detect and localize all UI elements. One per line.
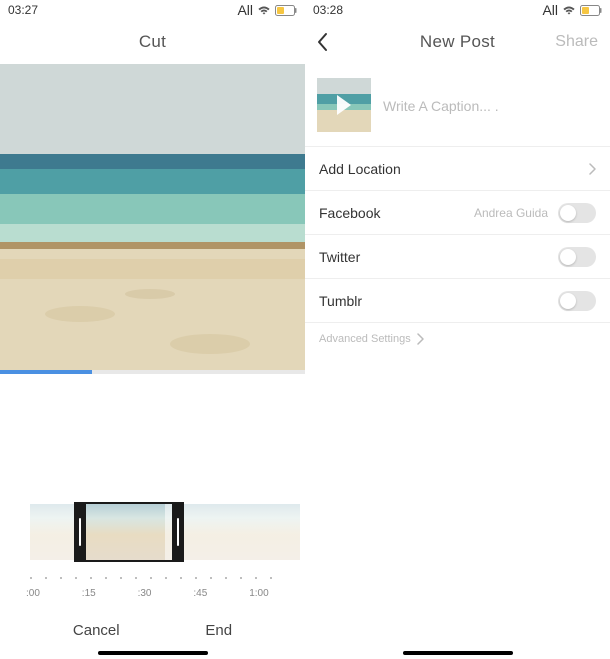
add-location-label: Add Location	[319, 161, 401, 177]
row-label: Twitter	[319, 249, 360, 265]
wifi-icon	[257, 5, 271, 15]
share-button[interactable]: Share	[555, 33, 598, 51]
timeline-frame	[210, 504, 255, 560]
nav-bar: Cut	[0, 20, 305, 64]
trim-handle-end[interactable]	[172, 502, 184, 562]
caption-input[interactable]	[383, 78, 598, 132]
status-right: All	[542, 2, 602, 18]
chevron-left-icon	[317, 32, 329, 52]
timeline-frame	[120, 504, 165, 560]
status-right: All	[237, 2, 297, 18]
status-bar: 03:28 All	[305, 0, 610, 20]
row-subtext: Andrea Guida	[474, 206, 548, 220]
tick-label: 1:00	[249, 588, 305, 599]
add-location-row[interactable]: Add Location	[305, 147, 610, 191]
video-frame-image	[0, 64, 305, 374]
status-network-label: All	[542, 2, 558, 18]
tumblr-toggle[interactable]	[558, 291, 596, 311]
timeline-strip[interactable]	[0, 504, 305, 560]
play-icon	[337, 95, 351, 115]
compose-area	[305, 64, 610, 147]
timeline-frame	[255, 504, 300, 560]
video-thumbnail[interactable]	[317, 78, 371, 132]
trim-border	[74, 560, 184, 562]
share-tumblr-row: Tumblr	[305, 279, 610, 323]
row-label: Tumblr	[319, 293, 362, 309]
end-button[interactable]: End	[205, 622, 232, 639]
tick-label: :30	[138, 588, 194, 599]
advanced-settings-label: Advanced Settings	[319, 333, 411, 345]
home-indicator[interactable]	[98, 651, 208, 655]
timeline-frame	[30, 504, 75, 560]
share-facebook-row: Facebook Andrea Guida	[305, 191, 610, 235]
status-network-label: All	[237, 2, 253, 18]
trim-border	[74, 502, 184, 504]
timeline-labels: :00 :15 :30 :45 1:00	[0, 588, 305, 599]
chevron-right-icon	[417, 333, 424, 345]
share-twitter-row: Twitter	[305, 235, 610, 279]
status-time: 03:28	[313, 3, 343, 17]
row-label: Facebook	[319, 205, 380, 221]
home-indicator[interactable]	[403, 651, 513, 655]
tick-label: :00	[26, 588, 82, 599]
chevron-right-icon	[589, 163, 596, 175]
page-title: New Post	[420, 32, 495, 52]
tick-label: :45	[193, 588, 249, 599]
playback-progress-fill	[0, 370, 92, 374]
nav-bar: New Post Share	[305, 20, 610, 64]
twitter-toggle[interactable]	[558, 247, 596, 267]
status-bar: 03:27 All	[0, 0, 305, 20]
tick-label: :15	[82, 588, 138, 599]
video-preview[interactable]	[0, 64, 305, 374]
screen-new-post: 03:28 All New Post Share	[305, 0, 610, 659]
wifi-icon	[562, 5, 576, 15]
playback-progress[interactable]	[0, 370, 305, 374]
bottom-actions: Cancel End	[0, 622, 305, 639]
timeline: :00 :15 :30 :45 1:00	[0, 504, 305, 599]
page-title: Cut	[139, 32, 166, 52]
screen-cut: 03:27 All Cut	[0, 0, 305, 659]
battery-icon	[275, 5, 297, 16]
status-time: 03:27	[8, 3, 38, 17]
trim-handle-start[interactable]	[74, 502, 86, 562]
battery-icon	[580, 5, 602, 16]
facebook-toggle[interactable]	[558, 203, 596, 223]
cancel-button[interactable]: Cancel	[73, 622, 120, 639]
advanced-settings-link[interactable]: Advanced Settings	[305, 323, 610, 355]
back-button[interactable]	[317, 32, 329, 52]
timeline-ticks	[0, 568, 305, 588]
